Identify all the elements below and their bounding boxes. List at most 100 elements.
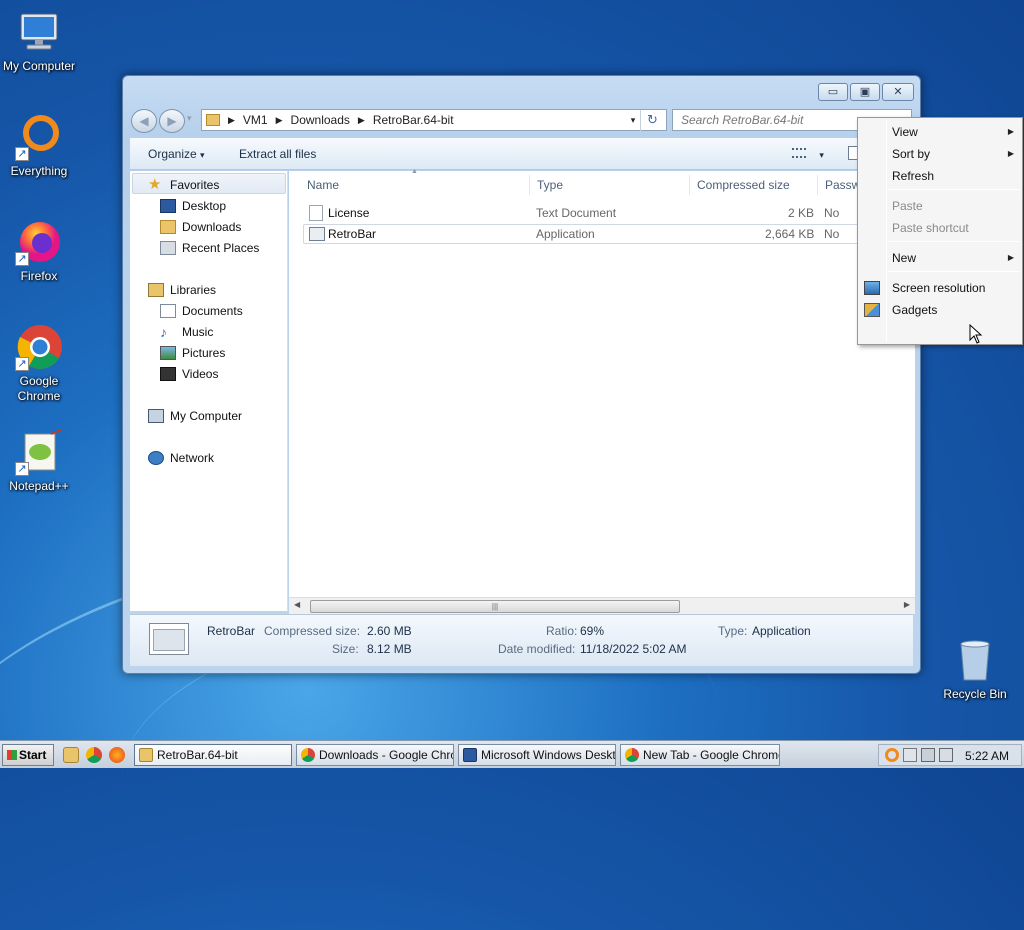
nav-libraries[interactable]: Libraries (148, 280, 216, 300)
menu-item-gadgets[interactable]: Gadgets (892, 303, 937, 317)
desktop-icon-notepadpp[interactable]: ↗ Notepad++ (0, 428, 78, 494)
window-controls: ▭ ▣ ✕ (818, 83, 914, 101)
quicklaunch-explorer-icon[interactable] (63, 747, 79, 763)
task-label: RetroBar.64-bit (157, 748, 238, 762)
menu-separator (888, 271, 1020, 272)
extract-all-button[interactable]: Extract all files (239, 147, 316, 161)
horizontal-scrollbar[interactable]: ◀ ||| ▶ (289, 597, 915, 614)
back-button[interactable]: ◀ (131, 109, 157, 133)
shortcut-arrow-icon: ↗ (15, 147, 29, 161)
recycle-bin-icon (951, 636, 999, 684)
desktop-icon (160, 199, 176, 213)
column-header-password[interactable]: Passw (825, 175, 860, 195)
file-name: RetroBar (328, 227, 377, 241)
volume-icon[interactable] (939, 748, 953, 762)
column-header-name[interactable]: Name (307, 175, 339, 195)
folder-icon (139, 748, 153, 762)
desktop-icon-firefox[interactable]: ↗ Firefox (0, 218, 78, 284)
nav-music[interactable]: ♪ Music (160, 322, 213, 342)
taskbar-item-chrome-newtab[interactable]: New Tab - Google Chrome (620, 744, 780, 766)
nav-favorites[interactable]: ★ Favorites (148, 175, 219, 195)
text-document-icon (309, 205, 323, 221)
everything-tray-icon[interactable] (885, 748, 899, 762)
desktop-icon-everything[interactable]: ↗ Everything (0, 113, 78, 179)
scrollbar-thumb[interactable]: ||| (310, 600, 680, 613)
nav-label: Recent Places (182, 241, 260, 255)
close-button[interactable]: ✕ (882, 83, 914, 101)
firefox-icon: ↗ (15, 218, 63, 266)
breadcrumb-downloads[interactable]: Downloads (291, 113, 350, 127)
network-icon (148, 451, 164, 465)
breadcrumb-separator: ▶ (275, 114, 283, 125)
breadcrumb-vm1[interactable]: VM1 (243, 113, 268, 127)
menu-item-refresh[interactable]: Refresh (892, 169, 934, 183)
menu-item-screen-resolution[interactable]: Screen resolution (892, 281, 985, 295)
nav-pictures[interactable]: Pictures (160, 343, 225, 363)
desktop-icon-my-computer[interactable]: My Computer (0, 8, 78, 74)
column-divider[interactable] (817, 175, 818, 195)
star-icon: ★ (148, 176, 162, 193)
submenu-arrow-icon: ▶ (1007, 253, 1014, 262)
address-bar[interactable]: ▶ VM1 ▶ Downloads ▶ RetroBar.64-bit ▾ ↻ (201, 109, 667, 132)
file-password: No (824, 227, 840, 241)
nav-network[interactable]: Network (148, 448, 214, 468)
quicklaunch-chrome-icon[interactable] (86, 747, 102, 763)
breadcrumb-separator: ▶ (357, 114, 365, 125)
action-center-icon[interactable] (903, 748, 917, 762)
videos-icon (160, 367, 176, 381)
desktop-icon-label: Firefox (20, 269, 58, 283)
task-label: Downloads - Google Chro... (319, 748, 454, 762)
nav-documents[interactable]: Documents (160, 301, 243, 321)
zip-folder-icon (206, 114, 220, 126)
breadcrumb-current[interactable]: RetroBar.64-bit (373, 113, 454, 127)
details-size-value: 8.12 MB (367, 642, 412, 656)
column-header-type[interactable]: Type (537, 175, 563, 195)
minimize-button[interactable]: ▭ (818, 83, 848, 101)
file-compressed-size: 2,664 KB (765, 227, 815, 241)
nav-desktop[interactable]: Desktop (160, 196, 226, 216)
chevron-down-icon: ▾ (819, 150, 824, 160)
desktop-icon-recycle-bin[interactable]: Recycle Bin (936, 636, 1014, 702)
nav-label: Music (182, 325, 214, 339)
column-header-compressed-size[interactable]: Compressed size (697, 175, 790, 195)
navigation-pane: ★ Favorites Desktop Downloads Recent Pla… (130, 171, 288, 611)
menu-item-view[interactable]: View (892, 125, 918, 139)
clock[interactable]: 5:22 AM (965, 749, 1009, 763)
menu-item-new[interactable]: New (892, 251, 916, 265)
nav-videos[interactable]: Videos (160, 364, 218, 384)
forward-button[interactable]: ▶ (159, 109, 185, 133)
scroll-left-arrow[interactable]: ◀ (294, 600, 300, 609)
file-row-selected[interactable]: RetroBar Application 2,664 KB No (303, 224, 913, 244)
start-button[interactable]: Start (2, 744, 54, 766)
taskbar-item-desktop[interactable]: Microsoft Windows Deskt... (458, 744, 616, 766)
recent-pages-dropdown[interactable]: ▾ (187, 113, 192, 124)
downloads-folder-icon (160, 220, 176, 234)
taskbar-item-chrome-downloads[interactable]: Downloads - Google Chro... (296, 744, 454, 766)
nav-my-computer[interactable]: My Computer (148, 406, 242, 426)
file-row[interactable]: License Text Document 2 KB No (303, 203, 913, 223)
everything-icon: ↗ (15, 113, 63, 161)
menu-separator (888, 189, 1020, 190)
organize-button[interactable]: Organize ▾ (148, 147, 205, 161)
nav-recent-places[interactable]: Recent Places (160, 238, 259, 258)
desktop-icon-google-chrome[interactable]: ↗ Google Chrome (0, 323, 78, 404)
maximize-button[interactable]: ▣ (850, 83, 880, 101)
windows-logo-icon (7, 750, 17, 760)
taskbar-item-explorer[interactable]: RetroBar.64-bit (134, 744, 292, 766)
submenu-arrow-icon: ▶ (1007, 127, 1014, 136)
nav-downloads[interactable]: Downloads (160, 217, 241, 237)
desktop-icon-label: Recycle Bin (943, 687, 1007, 701)
task-label: New Tab - Google Chrome (643, 748, 780, 762)
file-list: ▲ Name Type Compressed size Passw Licens… (289, 168, 915, 611)
taskbar: Start RetroBar.64-bit Downloads - Google… (0, 740, 1024, 768)
column-divider[interactable] (529, 175, 530, 195)
change-view-button[interactable]: ▾ (792, 147, 824, 161)
shortcut-arrow-icon: ↗ (15, 252, 29, 266)
menu-item-sort-by[interactable]: Sort by (892, 147, 930, 161)
refresh-button[interactable]: ↻ (640, 110, 664, 132)
column-divider[interactable] (689, 175, 690, 195)
network-tray-icon[interactable] (921, 748, 935, 762)
scroll-right-arrow[interactable]: ▶ (904, 600, 910, 609)
quicklaunch-firefox-icon[interactable] (109, 747, 125, 763)
chevron-down-icon: ▾ (200, 150, 205, 160)
